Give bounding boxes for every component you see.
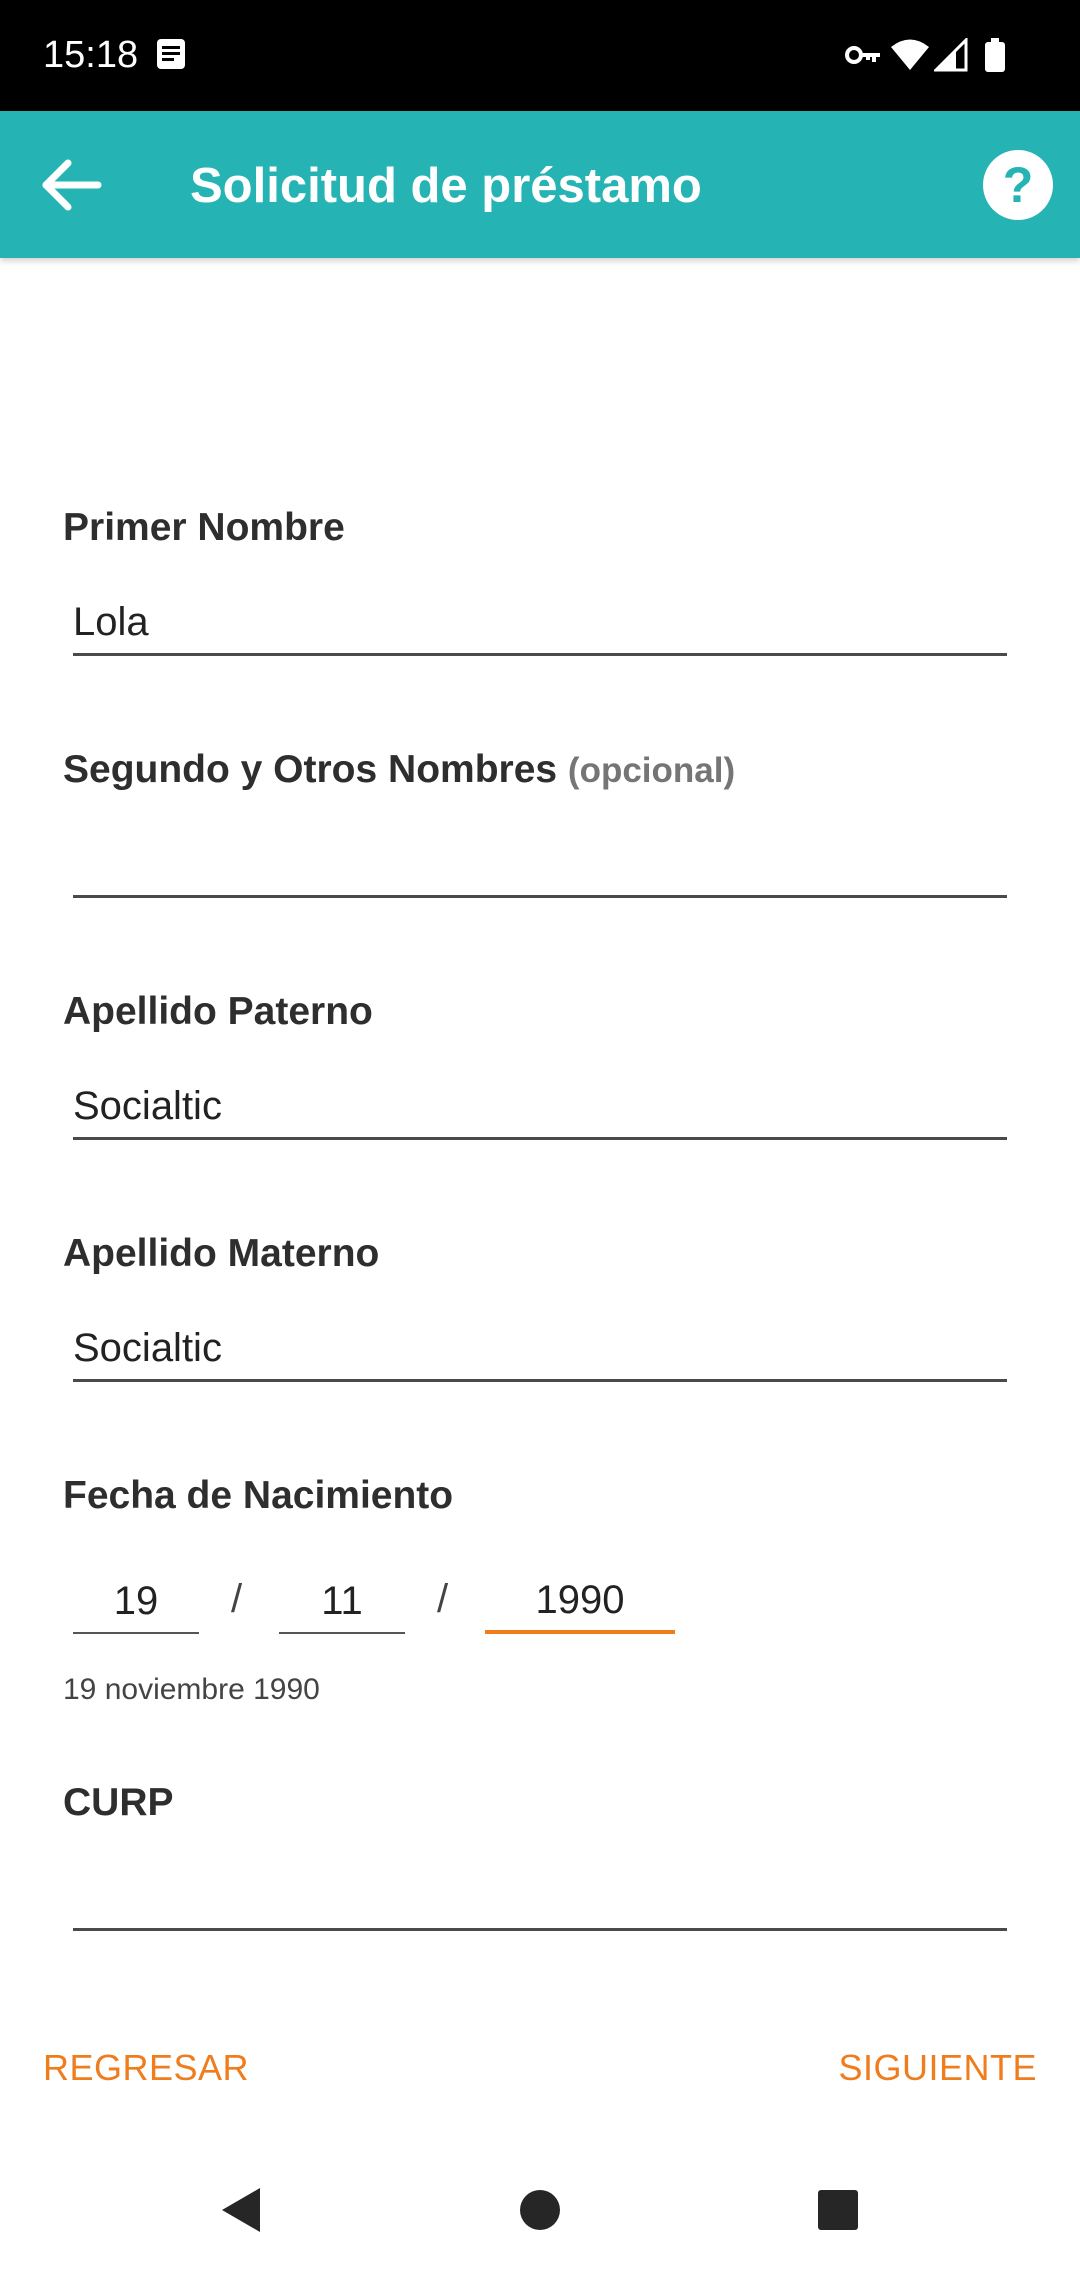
- middle-names-field[interactable]: [73, 834, 1007, 898]
- wifi-icon: [891, 39, 929, 70]
- date-separator: /: [231, 1577, 243, 1621]
- status-bar: 15:18: [0, 0, 1080, 111]
- curp-label: CURP: [63, 1781, 174, 1824]
- optional-tag: (opcional): [567, 751, 736, 790]
- birth-month-field[interactable]: [279, 1570, 405, 1634]
- system-nav-bar: [0, 2140, 1080, 2270]
- birth-day-field[interactable]: [73, 1570, 199, 1634]
- maternal-surname-field[interactable]: [73, 1318, 1007, 1382]
- signal-icon: [934, 38, 968, 72]
- first-name-label: Primer Nombre: [63, 506, 345, 549]
- back-button[interactable]: REGRESAR: [43, 2046, 249, 2090]
- recents-square-icon[interactable]: [798, 2170, 878, 2250]
- birth-date-hint: 19 noviembre 1990: [63, 1673, 320, 1706]
- maternal-surname-label: Apellido Materno: [63, 1232, 380, 1275]
- middle-names-label-text: Segundo y Otros Nombres: [63, 748, 558, 791]
- birth-year-field[interactable]: [485, 1570, 675, 1634]
- date-separator: /: [437, 1577, 449, 1621]
- middle-names-label: Segundo y Otros Nombres (opcional): [63, 747, 735, 794]
- first-name-field[interactable]: [73, 592, 1007, 656]
- paternal-surname-field[interactable]: [73, 1076, 1007, 1140]
- arrow-left-icon[interactable]: [30, 147, 116, 223]
- back-triangle-icon[interactable]: [200, 2170, 280, 2250]
- status-time: 15:18: [43, 34, 139, 76]
- help-circle-icon[interactable]: ?: [980, 147, 1056, 223]
- notification-icon: [157, 39, 185, 69]
- paternal-surname-label: Apellido Paterno: [63, 990, 373, 1033]
- page-title: Solicitud de préstamo: [190, 159, 702, 213]
- battery-icon: [985, 38, 1005, 72]
- home-circle-icon[interactable]: [500, 2170, 580, 2250]
- app-bar: Solicitud de préstamo ?: [0, 111, 1080, 258]
- curp-field[interactable]: [73, 1867, 1007, 1931]
- birth-date-label: Fecha de Nacimiento: [63, 1474, 454, 1517]
- next-button[interactable]: SIGUIENTE: [838, 2046, 1037, 2090]
- svg-text:?: ?: [1003, 157, 1034, 213]
- vpn-key-icon: [845, 46, 880, 64]
